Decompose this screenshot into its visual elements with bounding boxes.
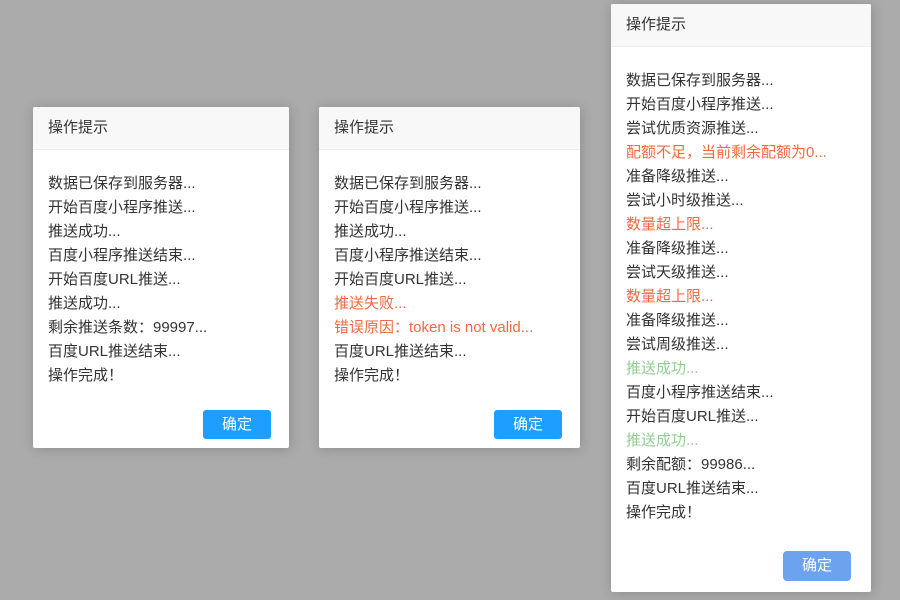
confirm-button[interactable]: 确定 [494,410,562,439]
message-line: 百度URL推送结束... [48,340,274,364]
confirm-button[interactable]: 确定 [203,410,271,439]
message-line: 推送成功... [48,292,274,316]
operation-tip-dialog-1: 操作提示 数据已保存到服务器...开始百度小程序推送...推送成功...百度小程… [33,107,289,448]
message-line: 尝试优质资源推送... [626,117,856,141]
message-line: 数量超上限... [626,285,856,309]
message-line: 百度URL推送结束... [626,477,856,501]
message-line: 百度小程序推送结束... [48,244,274,268]
message-line: 开始百度URL推送... [48,268,274,292]
message-line: 百度小程序推送结束... [626,381,856,405]
message-line: 推送成功... [626,357,856,381]
message-line: 开始百度URL推送... [626,405,856,429]
message-line: 准备降级推送... [626,165,856,189]
desktop-background: { "colors": { "background": "#ababab", "… [0,0,900,600]
message-line: 推送成功... [334,220,565,244]
message-line: 剩余推送条数：99997... [48,316,274,340]
dialog-title: 操作提示 [48,119,108,136]
message-line: 操作完成！ [626,501,856,525]
dialog-header: 操作提示 [319,107,580,150]
dialog-header: 操作提示 [33,107,289,150]
message-list: 数据已保存到服务器...开始百度小程序推送...推送成功...百度小程序推送结束… [33,150,289,388]
message-line: 错误原因：token is not valid... [334,316,565,340]
message-line: 开始百度小程序推送... [334,196,565,220]
message-line: 百度URL推送结束... [334,340,565,364]
message-list: 数据已保存到服务器...开始百度小程序推送...推送成功...百度小程序推送结束… [319,150,580,388]
message-line: 百度小程序推送结束... [334,244,565,268]
dialog-title: 操作提示 [626,16,686,33]
message-line: 准备降级推送... [626,309,856,333]
dialog-header: 操作提示 [611,4,871,47]
message-line: 配额不足，当前剩余配额为0... [626,141,856,165]
dialog-footer: 确定 [319,410,580,448]
message-line: 尝试周级推送... [626,333,856,357]
operation-tip-dialog-3: 操作提示 数据已保存到服务器...开始百度小程序推送...尝试优质资源推送...… [611,4,871,592]
message-line: 开始百度小程序推送... [48,196,274,220]
dialog-footer: 确定 [33,410,289,448]
message-line: 准备降级推送... [626,237,856,261]
message-line: 开始百度小程序推送... [626,93,856,117]
message-line: 推送成功... [48,220,274,244]
message-line: 开始百度URL推送... [334,268,565,292]
confirm-button[interactable]: 确定 [783,551,851,581]
message-line: 数据已保存到服务器... [626,69,856,93]
message-line: 推送失败... [334,292,565,316]
operation-tip-dialog-2: 操作提示 数据已保存到服务器...开始百度小程序推送...推送成功...百度小程… [319,107,580,448]
message-line: 尝试天级推送... [626,261,856,285]
message-line: 数量超上限... [626,213,856,237]
message-line: 尝试小时级推送... [626,189,856,213]
message-line: 操作完成！ [48,364,274,388]
message-line: 数据已保存到服务器... [48,172,274,196]
dialog-footer: 确定 [611,551,871,592]
message-line: 数据已保存到服务器... [334,172,565,196]
dialog-title: 操作提示 [334,119,394,136]
message-line: 剩余配额：99986... [626,453,856,477]
message-line: 推送成功... [626,429,856,453]
message-list: 数据已保存到服务器...开始百度小程序推送...尝试优质资源推送...配额不足，… [611,47,871,525]
message-line: 操作完成！ [334,364,565,388]
